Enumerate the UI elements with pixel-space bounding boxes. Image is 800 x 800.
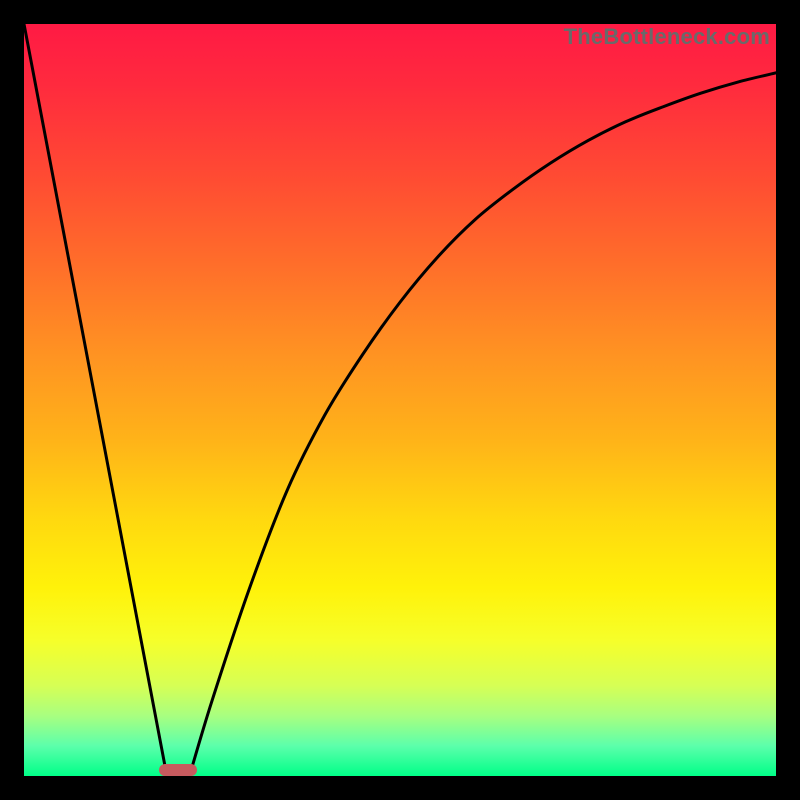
plot-area: TheBottleneck.com bbox=[24, 24, 776, 776]
right-curve-path bbox=[189, 73, 776, 776]
left-line-path bbox=[24, 24, 167, 776]
chart-frame: TheBottleneck.com bbox=[0, 0, 800, 800]
curve-layer bbox=[24, 24, 776, 776]
bottleneck-marker bbox=[159, 764, 197, 776]
